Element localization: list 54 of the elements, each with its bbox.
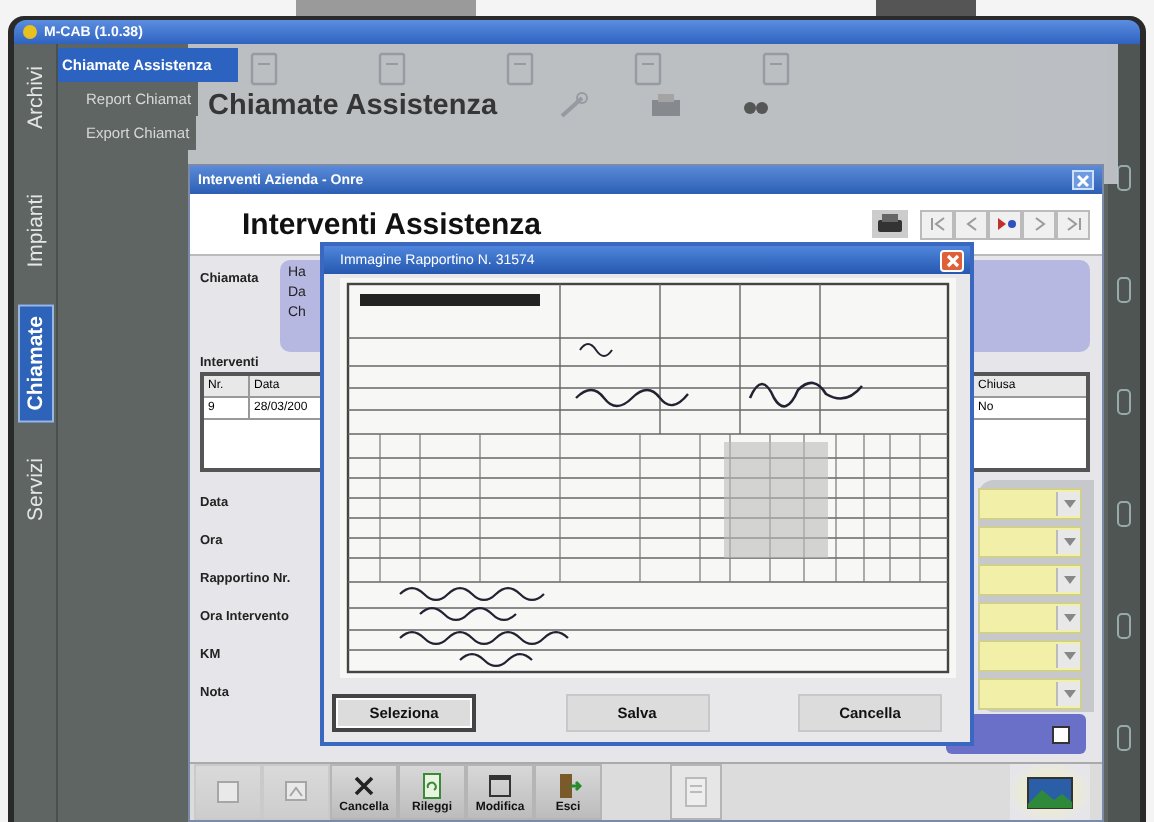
background-window	[876, 0, 976, 16]
image-button[interactable]	[1010, 764, 1090, 820]
side-tab[interactable]: Impianti	[19, 183, 51, 277]
chevron-left-icon	[961, 214, 981, 234]
print-button[interactable]	[872, 210, 908, 238]
close-button[interactable]	[1072, 170, 1094, 190]
play-record-button[interactable]	[988, 209, 1022, 239]
print-icon	[649, 92, 682, 120]
tab-handle-icon	[1116, 164, 1132, 192]
document-icon	[760, 52, 792, 86]
last-icon	[1063, 214, 1083, 234]
first-record-button[interactable]	[920, 209, 954, 239]
caret-icon	[1063, 689, 1075, 697]
play-icon	[995, 214, 1015, 234]
landscape-icon	[1026, 775, 1074, 809]
dropdown-field[interactable]	[978, 639, 1082, 671]
document-icon	[632, 52, 664, 86]
caret-icon	[1063, 499, 1075, 507]
document-icon	[376, 52, 408, 86]
close-icon	[945, 253, 959, 267]
dropdown-field[interactable]	[978, 563, 1082, 595]
dropdown-field[interactable]	[978, 677, 1082, 709]
first-icon	[927, 214, 947, 234]
close-icon	[350, 771, 378, 799]
tab-handle-icon	[1116, 612, 1132, 640]
dropdown-field[interactable]	[978, 525, 1082, 557]
tab-handle-icon	[1116, 500, 1132, 528]
window-heading: Interventi Assistenza	[242, 207, 541, 241]
document-button[interactable]	[670, 764, 722, 820]
tab-handle-icon	[1116, 724, 1132, 752]
caret-icon	[1063, 613, 1075, 621]
dropdown-field[interactable]	[978, 601, 1082, 633]
side-tab[interactable]: Servizi	[19, 447, 51, 531]
side-tab[interactable]: Chiamate	[17, 304, 53, 424]
tab-handle-icon	[1116, 276, 1132, 304]
caret-icon	[1063, 537, 1075, 545]
close-icon	[1076, 173, 1090, 187]
caret-icon	[1063, 651, 1075, 659]
door-icon	[554, 771, 582, 799]
window-icon	[486, 771, 514, 799]
document-icon	[504, 52, 536, 86]
last-record-button[interactable]	[1056, 209, 1090, 239]
tab-handle-icon	[1116, 388, 1132, 416]
document-icon	[680, 776, 712, 808]
reload-icon	[418, 771, 446, 799]
print-icon	[876, 212, 904, 236]
wrench-icon	[557, 92, 590, 120]
dropdown-field[interactable]	[978, 487, 1082, 519]
side-tab[interactable]: Archivi	[19, 56, 51, 140]
caret-icon	[1063, 575, 1075, 583]
checkbox[interactable]	[1052, 725, 1070, 743]
document-icon	[248, 52, 280, 86]
app-logo-icon	[22, 24, 38, 40]
window-heading: Chiamate Assistenza	[208, 90, 498, 122]
